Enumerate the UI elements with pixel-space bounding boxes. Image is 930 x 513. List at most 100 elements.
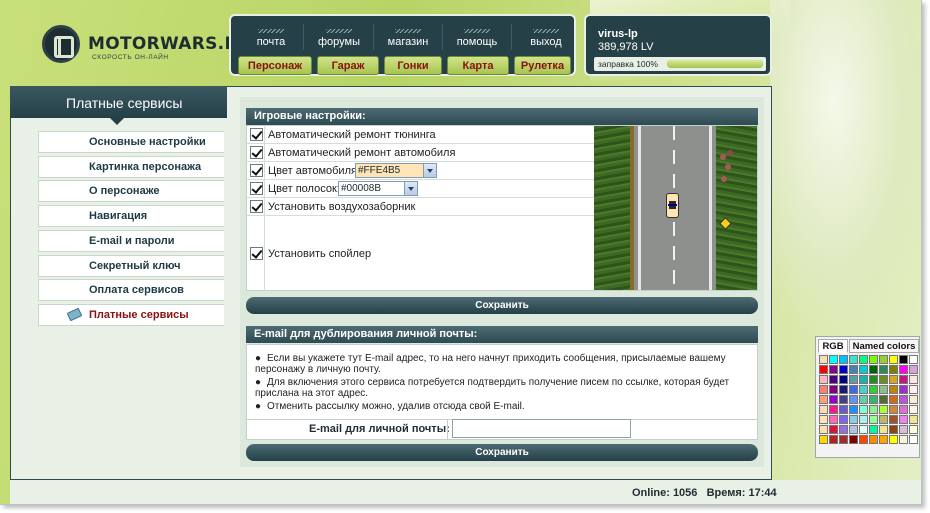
color-swatch[interactable]	[819, 435, 828, 444]
color-swatch[interactable]	[869, 435, 878, 444]
color-swatch[interactable]	[829, 415, 838, 424]
sidebar-item-email-passwords[interactable]: E-mail и пароли	[38, 230, 224, 252]
sidebar-item-navigation[interactable]: Навигация	[38, 205, 224, 227]
color-swatch[interactable]	[889, 435, 898, 444]
color-swatch[interactable]	[859, 395, 868, 404]
color-swatch[interactable]	[849, 385, 858, 394]
color-swatch[interactable]	[839, 385, 848, 394]
sidebar-item-paid-services[interactable]: Платные сервисы	[38, 304, 224, 326]
color-swatch[interactable]	[899, 365, 908, 374]
color-swatch[interactable]	[869, 425, 878, 434]
color-swatch[interactable]	[909, 385, 918, 394]
color-swatch[interactable]	[849, 355, 858, 364]
color-swatch[interactable]	[879, 425, 888, 434]
color-swatch[interactable]	[859, 425, 868, 434]
color-swatch[interactable]	[889, 385, 898, 394]
color-swatch[interactable]	[859, 365, 868, 374]
checkbox-car-color[interactable]	[250, 164, 263, 177]
color-swatch[interactable]	[909, 355, 918, 364]
checkbox-auto-repair-car[interactable]	[250, 146, 263, 159]
color-swatch[interactable]	[889, 405, 898, 414]
color-swatch[interactable]	[879, 375, 888, 384]
color-swatch[interactable]	[829, 385, 838, 394]
color-swatch[interactable]	[829, 425, 838, 434]
nav-button-map[interactable]: Карта	[447, 56, 509, 75]
color-swatch[interactable]	[889, 365, 898, 374]
color-swatch[interactable]	[899, 355, 908, 364]
checkbox-stripe-color[interactable]	[250, 182, 263, 195]
color-swatch[interactable]	[829, 395, 838, 404]
nav-link-logout[interactable]: выход	[514, 29, 578, 48]
color-swatch[interactable]	[889, 415, 898, 424]
color-swatch[interactable]	[899, 415, 908, 424]
email-field[interactable]	[452, 419, 631, 438]
nav-button-races[interactable]: Гонки	[384, 56, 442, 75]
color-swatch[interactable]	[849, 405, 858, 414]
color-swatch[interactable]	[909, 365, 918, 374]
nav-link-mail[interactable]: почта	[239, 29, 303, 48]
user-name[interactable]: virus-lp	[598, 28, 638, 40]
nav-button-roulette[interactable]: Рулетка	[514, 56, 571, 75]
color-swatch[interactable]	[899, 435, 908, 444]
chevron-down-icon[interactable]	[404, 182, 417, 195]
color-swatch[interactable]	[869, 385, 878, 394]
color-swatch[interactable]	[909, 375, 918, 384]
color-swatch[interactable]	[899, 425, 908, 434]
sidebar-item-about-character[interactable]: О персонаже	[38, 180, 224, 202]
stripe-color-select[interactable]: #00008B	[338, 181, 418, 196]
car-color-select[interactable]: #FFE4B5	[355, 163, 437, 178]
color-swatch[interactable]	[899, 395, 908, 404]
nav-link-forums[interactable]: форумы	[307, 29, 371, 48]
color-swatch[interactable]	[859, 375, 868, 384]
color-swatch[interactable]	[839, 405, 848, 414]
color-swatch[interactable]	[879, 415, 888, 424]
color-swatch[interactable]	[839, 425, 848, 434]
color-swatch[interactable]	[819, 385, 828, 394]
color-swatch[interactable]	[879, 385, 888, 394]
color-swatch[interactable]	[859, 355, 868, 364]
color-swatch[interactable]	[869, 365, 878, 374]
color-swatch[interactable]	[869, 355, 878, 364]
color-swatch[interactable]	[849, 365, 858, 374]
color-swatch[interactable]	[819, 405, 828, 414]
color-swatch[interactable]	[869, 375, 878, 384]
color-swatch[interactable]	[829, 355, 838, 364]
color-swatch[interactable]	[829, 375, 838, 384]
color-swatch[interactable]	[849, 375, 858, 384]
color-swatch[interactable]	[839, 355, 848, 364]
nav-button-garage[interactable]: Гараж	[317, 56, 379, 75]
save-settings-button[interactable]: Сохранить	[246, 297, 758, 314]
color-swatch[interactable]	[909, 415, 918, 424]
color-swatch[interactable]	[859, 385, 868, 394]
color-swatch[interactable]	[849, 425, 858, 434]
color-swatch[interactable]	[839, 365, 848, 374]
site-logo[interactable]: MOTORWARS.RU СКОРОСТЬ ОН-ЛАЙН	[42, 22, 252, 68]
color-swatch[interactable]	[859, 415, 868, 424]
color-swatch[interactable]	[889, 425, 898, 434]
color-swatch[interactable]	[819, 425, 828, 434]
color-swatch[interactable]	[839, 395, 848, 404]
chevron-down-icon[interactable]	[423, 164, 436, 177]
color-swatch[interactable]	[859, 405, 868, 414]
color-swatch[interactable]	[879, 395, 888, 404]
color-swatch[interactable]	[909, 425, 918, 434]
color-swatch[interactable]	[879, 365, 888, 374]
nav-button-character[interactable]: Персонаж	[238, 56, 312, 75]
color-swatch[interactable]	[839, 415, 848, 424]
checkbox-auto-repair-tuning[interactable]	[250, 128, 263, 141]
color-swatch[interactable]	[899, 405, 908, 414]
color-swatch[interactable]	[829, 365, 838, 374]
color-swatch[interactable]	[879, 405, 888, 414]
color-swatch[interactable]	[849, 415, 858, 424]
color-swatch[interactable]	[819, 415, 828, 424]
tab-rgb[interactable]: RGB	[818, 339, 848, 353]
color-swatch[interactable]	[859, 435, 868, 444]
color-swatch[interactable]	[869, 415, 878, 424]
color-swatch[interactable]	[819, 395, 828, 404]
nav-link-help[interactable]: помощь	[445, 29, 509, 48]
color-swatch[interactable]	[829, 405, 838, 414]
checkbox-spoiler[interactable]	[250, 247, 263, 260]
color-swatch[interactable]	[889, 375, 898, 384]
color-swatch[interactable]	[819, 375, 828, 384]
sidebar-item-basic-settings[interactable]: Основные настройки	[38, 131, 224, 153]
